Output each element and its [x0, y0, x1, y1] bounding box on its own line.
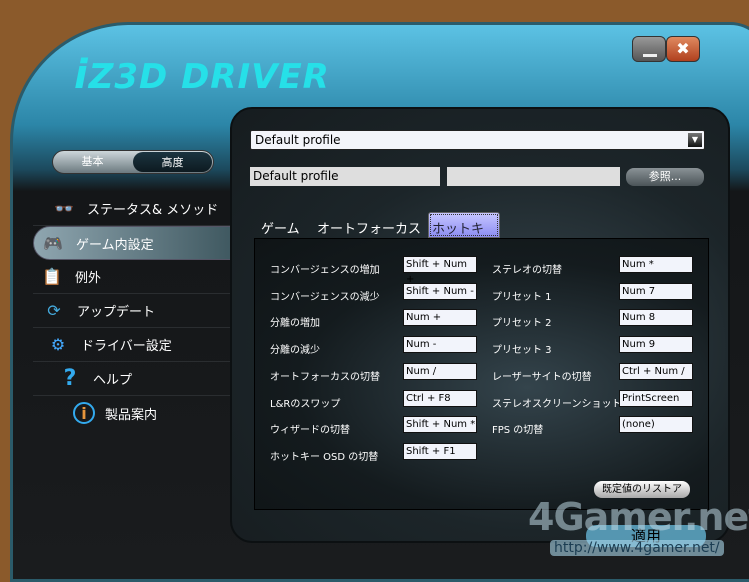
watermark-url: http://www.4gamer.net/: [550, 540, 724, 556]
mode-toggle[interactable]: 基本 高度: [52, 150, 214, 174]
sidebar-item-label: ドライバー設定: [81, 339, 172, 354]
gamepad-icon: 🎮: [43, 233, 63, 253]
hotkey-field[interactable]: Num +: [403, 309, 477, 327]
hotkey-field[interactable]: Shift + F1: [403, 442, 477, 460]
hotkey-label: レーザーサイトの切替: [492, 371, 592, 383]
hotkey-field[interactable]: Ctrl + F8: [403, 389, 477, 407]
sidebar-item-update[interactable]: ⟳ アップデート: [33, 294, 233, 328]
mode-basic[interactable]: 基本: [53, 151, 132, 173]
hotkey-field[interactable]: Num /: [403, 362, 477, 380]
sidebar-nav: 👓 ステータス& メソッド 🎮 ゲーム内設定 📋 例外 ⟳ アップデート ⚙ ドライバー設…: [33, 192, 233, 430]
profile-select[interactable]: Default profile ▼: [250, 130, 705, 150]
minimize-button[interactable]: [632, 36, 666, 62]
tab-game[interactable]: ゲーム: [261, 218, 300, 237]
sidebar-item-ingame-settings[interactable]: 🎮 ゲーム内設定: [33, 226, 233, 260]
hotkey-label: FPS の切替: [492, 425, 544, 437]
hotkey-label: コンバージェンスの増加: [270, 265, 380, 276]
sidebar-item-label: 製品案内: [105, 407, 158, 423]
hotkey-field[interactable]: Num *: [619, 256, 693, 273]
hotkey-label: プリセット 2: [492, 318, 552, 330]
hotkey-label: ホットキー OSD の切替: [270, 451, 379, 463]
hotkey-field[interactable]: Num -: [403, 336, 477, 354]
tab-hotkeys[interactable]: ホットキー: [428, 212, 500, 256]
tab-autofocus[interactable]: オートフォーカス: [317, 218, 421, 237]
sidebar-item-help[interactable]: ? ヘルプ: [33, 362, 233, 396]
hotkey-field[interactable]: Num 8: [619, 309, 693, 327]
hotkey-label: ステレオスクリーンショット: [492, 398, 622, 410]
hotkey-field[interactable]: (none): [619, 416, 693, 434]
hotkey-label: 分離の減少: [270, 345, 320, 357]
sidebar-item-driver-settings[interactable]: ⚙ ドライバー設定: [33, 328, 233, 362]
hotkey-label: 分離の増加: [270, 318, 320, 330]
sidebar-item-label: ゲーム内設定: [76, 237, 154, 253]
document-icon: 📋: [42, 267, 62, 286]
hotkey-field[interactable]: Ctrl + Num /: [619, 362, 693, 380]
browse-button[interactable]: 参照...: [626, 168, 704, 186]
sidebar-item-label: ヘルプ: [93, 373, 133, 388]
hotkey-field[interactable]: Num 7: [619, 282, 693, 300]
chevron-down-icon[interactable]: ▼: [688, 133, 702, 147]
glasses-icon: 👓: [54, 199, 74, 218]
mode-advanced[interactable]: 高度: [133, 152, 212, 172]
info-icon: i: [73, 402, 95, 424]
hotkey-field[interactable]: Shift + Num -: [403, 282, 477, 300]
update-icon: ⟳: [47, 301, 61, 320]
sidebar-item-status[interactable]: 👓 ステータス& メソッド: [33, 192, 233, 226]
profile-path-field[interactable]: [447, 167, 620, 186]
gear-icon: ⚙: [50, 335, 66, 354]
app-logo: iZ3D DRIVER: [74, 52, 330, 98]
hotkey-label: オートフォーカスの切替: [270, 371, 380, 383]
hotkey-label: ステレオの切替: [492, 265, 562, 276]
sidebar-item-label: 例外: [75, 271, 102, 286]
sidebar-item-product-info[interactable]: i 製品案内: [33, 396, 233, 430]
hotkey-field[interactable]: Shift + Num *: [403, 416, 477, 434]
watermark-brand: 4Gamer.net: [528, 495, 749, 539]
close-button[interactable]: ✖: [666, 36, 700, 62]
hotkey-label: ウィザードの切替: [270, 425, 350, 437]
hotkey-label: プリセット 1: [492, 291, 552, 303]
hotkey-label: コンバージェンスの減少: [270, 291, 380, 303]
sidebar-item-exceptions[interactable]: 📋 例外: [33, 260, 233, 294]
profile-name-field[interactable]: Default profile: [250, 167, 440, 186]
sidebar-item-label: ステータス& メソッド: [87, 203, 219, 218]
hotkey-label: L&Rのスワップ: [270, 398, 341, 410]
hotkey-label: プリセット 3: [492, 345, 552, 357]
hotkey-field[interactable]: PrintScreen: [619, 389, 693, 407]
hotkey-field[interactable]: Shift + Num +: [403, 256, 477, 285]
sidebar-item-label: アップデート: [77, 305, 156, 320]
help-icon: ?: [63, 366, 77, 391]
hotkey-field[interactable]: Num 9: [619, 336, 693, 354]
profile-select-value: Default profile: [255, 133, 341, 147]
